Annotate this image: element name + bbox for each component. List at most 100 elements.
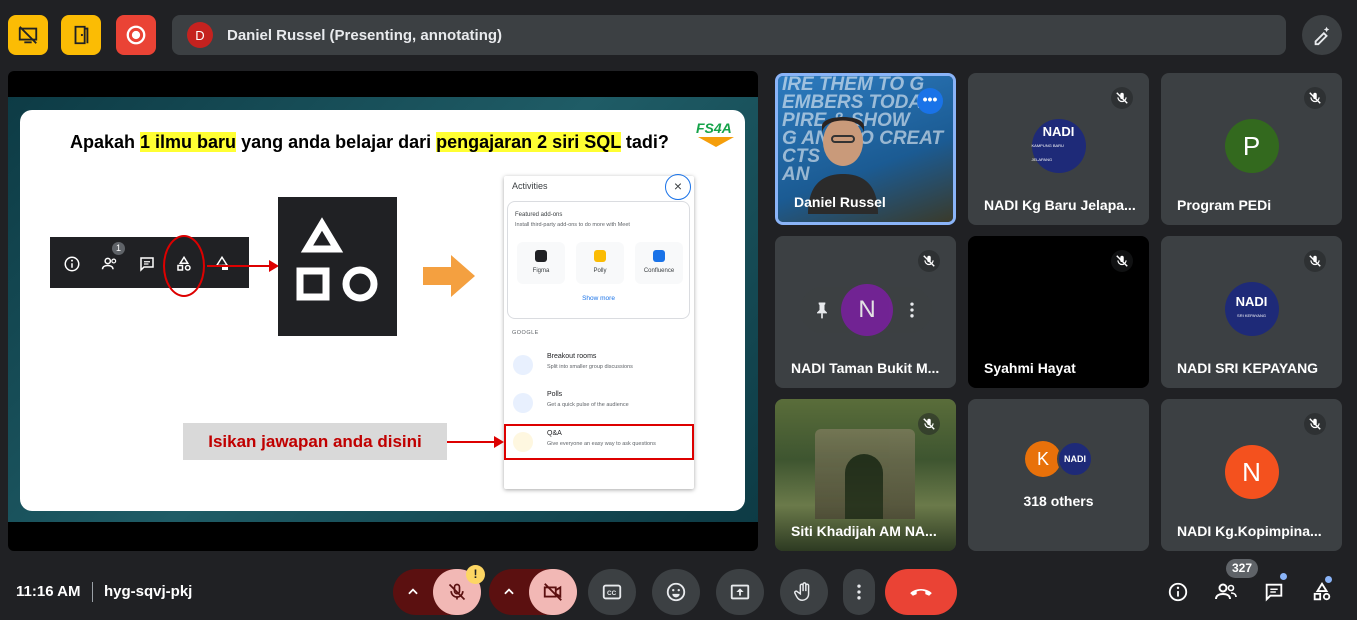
pin-icon[interactable]: [812, 300, 832, 320]
confluence-icon: [653, 250, 665, 262]
audio-options-button[interactable]: [393, 569, 433, 615]
leave-room-button[interactable]: [61, 15, 101, 55]
participant-tile-nadi-sri-kepayang[interactable]: NADI SRI KEPAYANG NADI SRI KEPAYANG: [1161, 236, 1342, 388]
clock: 11:16 AM: [16, 583, 81, 600]
polls-icon: [513, 393, 533, 413]
info-icon: [64, 256, 80, 272]
title-text-3: tadi?: [620, 132, 669, 152]
logo-text: NADI: [1235, 294, 1268, 309]
host-lock-icon: [215, 255, 229, 270]
addon-figma: Figma: [517, 242, 565, 284]
addon-label: Polly: [593, 268, 607, 274]
closed-caption-icon: CC: [602, 584, 622, 600]
participant-tile-nadi-kg-baru[interactable]: NADI KAMPUNG BARU JELAPANG NADI Kg Baru J…: [968, 73, 1149, 225]
camera-button[interactable]: [529, 569, 577, 615]
mic-off-icon: [1304, 87, 1326, 109]
recording-button[interactable]: [116, 15, 156, 55]
polly-icon: [594, 250, 606, 262]
addon-confluence: Confluence: [635, 242, 683, 284]
title-highlight-1: 1 ilmu baru: [140, 132, 237, 152]
participant-tile-nadi-kg-kopimpina[interactable]: N NADI Kg.Kopimpina...: [1161, 399, 1342, 551]
participant-tile-others[interactable]: K NADI 318 others: [968, 399, 1149, 551]
more-options-button[interactable]: [843, 569, 875, 615]
callout-label: Isikan jawapan anda disini: [183, 423, 447, 460]
participant-name: NADI Kg Baru Jelapa...: [984, 197, 1136, 213]
more-vert-icon[interactable]: [902, 300, 922, 320]
show-more-link: Show more: [582, 295, 615, 302]
activities-title: Activities: [512, 181, 548, 191]
presenter-label: Daniel Russel (Presenting, annotating): [227, 26, 503, 44]
leave-call-button[interactable]: [885, 569, 957, 615]
presenter-banner: D Daniel Russel (Presenting, annotating): [172, 15, 1286, 55]
avatar-k: K: [1025, 441, 1061, 477]
participant-name: Daniel Russel: [794, 194, 886, 210]
logo-subtext: KAMPUNG BARU JELAPANG: [1031, 143, 1064, 162]
logo-text: NADI: [1042, 124, 1075, 139]
participant-name: Siti Khadijah AM NA...: [791, 523, 937, 539]
participant-tile-syahmi-hayat[interactable]: Syahmi Hayat: [968, 236, 1149, 388]
meet-window: D Daniel Russel (Presenting, annotating)…: [0, 0, 1357, 620]
annotation-button[interactable]: [1302, 15, 1342, 55]
video-options-button[interactable]: [489, 569, 529, 615]
chat-button[interactable]: [1262, 580, 1286, 604]
presenter-avatar: D: [187, 22, 213, 48]
chevron-up-icon: [408, 588, 418, 595]
breakout-rooms-row: Breakout rooms Split into smaller group d…: [510, 351, 690, 381]
raise-hand-button[interactable]: [780, 569, 828, 615]
participant-name: NADI Kg.Kopimpina...: [1177, 523, 1322, 539]
reactions-button[interactable]: [652, 569, 700, 615]
row-title: Breakout rooms: [547, 353, 597, 360]
svg-text:CC: CC: [607, 590, 617, 597]
call-end-icon: [910, 589, 932, 596]
participant-count-badge: 327: [1226, 559, 1259, 578]
people-button[interactable]: [1214, 580, 1238, 604]
avatar: N: [841, 284, 893, 336]
row-subtitle: Get a quick pulse of the audience: [547, 402, 629, 408]
addon-polly: Polly: [576, 242, 624, 284]
title-highlight-2: pengajaran 2 siri SQL: [436, 132, 621, 152]
info-icon: [1168, 582, 1188, 602]
participant-name: Syahmi Hayat: [984, 360, 1076, 376]
present-icon: [730, 584, 750, 600]
featured-addons: Featured add-ons Install third-party add…: [507, 201, 690, 319]
meeting-code: hyg-sqvj-pkj: [104, 583, 193, 600]
figma-icon: [535, 250, 547, 262]
avatar: P: [1224, 119, 1279, 173]
background-ruin-image: [815, 429, 915, 519]
featured-heading: Featured add-ons: [515, 212, 563, 218]
present-screen-button[interactable]: [716, 569, 764, 615]
participant-tile-siti-khadijah[interactable]: Siti Khadijah AM NA...: [775, 399, 956, 551]
mic-off-icon: [918, 250, 940, 272]
more-options-icon[interactable]: •••: [917, 88, 943, 114]
red-arrow: [447, 436, 504, 448]
participant-tile-program-pedi[interactable]: P Program PEDi: [1161, 73, 1342, 225]
close-icon: ×: [665, 174, 691, 200]
others-count-label: 318 others: [1023, 493, 1094, 509]
meeting-details-button[interactable]: [1166, 580, 1190, 604]
record-icon: [126, 25, 146, 45]
nadi-logo-avatar: NADI SRI KEPAYANG: [1224, 282, 1279, 336]
avatar: N: [1224, 445, 1279, 499]
featured-subtitle: Install third-party add-ons to do more w…: [515, 222, 630, 228]
chat-notification-dot: [1280, 573, 1287, 580]
screen-share-off-icon: [18, 26, 38, 44]
host-controls-button[interactable]: [8, 15, 48, 55]
participant-name: NADI SRI KEPAYANG: [1177, 360, 1319, 376]
door-icon: [74, 25, 89, 45]
slide-title: Apakah 1 ilmu baru yang anda belajar dar…: [70, 132, 669, 153]
chevron-up-icon: [504, 588, 514, 595]
participant-tile-daniel-russel[interactable]: IRE THEM TO G EMBERS TODAY PIRE & SHOW G…: [775, 73, 956, 225]
mic-off-icon: [1304, 413, 1326, 435]
tile-hover-controls[interactable]: N: [800, 284, 932, 336]
title-text-1: Apakah: [70, 132, 141, 152]
mic-off-icon: [918, 413, 940, 435]
activities-button[interactable]: [1310, 580, 1334, 604]
captions-button[interactable]: CC: [588, 569, 636, 615]
title-text-2: yang anda belajar dari: [236, 132, 437, 152]
activities-icon: [1313, 582, 1331, 601]
emoji-icon: [666, 582, 686, 602]
people-icon: [101, 257, 117, 270]
participant-tile-nadi-taman-bukit[interactable]: N NADI Taman Bukit M...: [775, 236, 956, 388]
mic-off-icon: [448, 583, 466, 601]
nadi-logo-avatar: NADI KAMPUNG BARU JELAPANG: [1031, 119, 1086, 173]
